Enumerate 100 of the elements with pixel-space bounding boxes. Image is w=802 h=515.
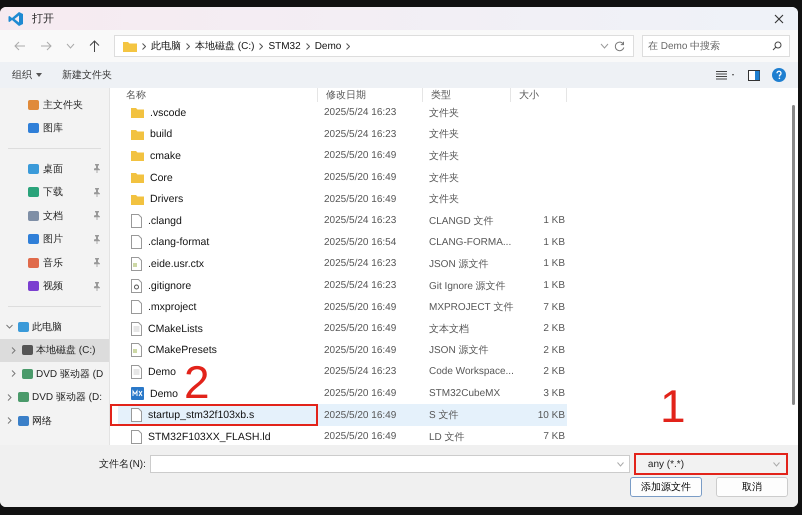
size-cell-text: 10 KB <box>536 410 566 421</box>
column-header[interactable]: 名称 <box>118 88 318 102</box>
sidebar-item[interactable]: 图片 <box>0 228 109 251</box>
column-header[interactable]: 修改日期 <box>318 88 423 102</box>
file-name[interactable]: .vscode <box>150 106 186 119</box>
sidebar-item[interactable]: 主文件夹 <box>0 93 109 116</box>
file-name[interactable]: CMakePresets <box>148 344 217 356</box>
date-cell-text: 2025/5/24 16:23 <box>323 215 398 226</box>
chevron-right-icon <box>346 42 350 50</box>
type-cell-text: Git Ignore 源文件 <box>428 280 507 293</box>
file-icon <box>131 214 142 228</box>
type-cell-text: 文件夹 <box>428 192 460 206</box>
folder-icon <box>131 150 144 162</box>
file-type-dropdown[interactable]: any (*.*) <box>634 453 788 475</box>
back-arrow-icon[interactable] <box>14 41 26 51</box>
expand-chevron-icon <box>6 394 13 401</box>
file-name[interactable]: build <box>150 128 172 140</box>
folder-icon <box>131 128 144 140</box>
tree-item[interactable]: DVD 驱动器 (D: <box>0 386 109 409</box>
breadcrumb[interactable]: 此电脑 <box>151 39 181 53</box>
filename-field[interactable] <box>150 455 630 473</box>
type-cell-text: CLANGD 文件 <box>428 214 494 228</box>
search-field[interactable]: 在 Demo 中搜索 <box>642 35 790 57</box>
date-cell-text: 2025/5/20 16:49 <box>323 302 398 313</box>
file-icon <box>131 408 142 422</box>
type-cell-text: JSON 源文件 <box>428 258 490 271</box>
search-icon <box>772 41 782 51</box>
file-name[interactable]: STM32F103XX_FLASH.ld <box>148 430 271 443</box>
size-cell-text: 1 KB <box>542 236 566 248</box>
date-cell-text: 2025/5/20 16:49 <box>323 410 398 421</box>
tree-item[interactable]: 此电脑 <box>0 315 109 338</box>
file-name[interactable]: .gitignore <box>148 280 192 292</box>
breadcrumb[interactable]: STM32 <box>268 40 301 52</box>
close-icon[interactable] <box>774 14 784 24</box>
chevron-down-icon[interactable] <box>66 43 75 49</box>
pin-icon <box>93 188 101 197</box>
file-name[interactable]: .mxproject <box>148 301 196 314</box>
type-cell-text: Code Workspace... <box>428 366 511 378</box>
app-logo-icon <box>8 10 24 26</box>
tree-item[interactable]: 本地磁盘 (C:) <box>0 338 109 362</box>
up-arrow-icon[interactable] <box>89 40 100 52</box>
help-icon[interactable] <box>772 68 786 82</box>
date-cell-text: 2025/5/20 16:54 <box>323 236 398 248</box>
file-name[interactable]: Demo <box>150 388 178 400</box>
file-name[interactable]: startup_stm32f103xb.s <box>148 409 254 422</box>
date-cell-text: 2025/5/20 16:49 <box>323 150 398 162</box>
forward-arrow-icon[interactable] <box>40 41 52 51</box>
file-name[interactable]: cmake <box>150 150 181 162</box>
new-folder-button[interactable]: 新建文件夹 <box>58 66 116 84</box>
chevron-down-icon <box>773 462 780 466</box>
type-cell-text: 文件夹 <box>428 172 460 185</box>
tree-item[interactable]: 网络 <box>0 409 109 432</box>
pin-icon <box>93 211 101 220</box>
sidebar-item[interactable]: 文档 <box>0 204 109 228</box>
sidebar-item[interactable]: 图库 <box>0 116 109 140</box>
file-name[interactable]: .clang-format <box>148 236 210 248</box>
expand-chevron-icon <box>10 346 17 354</box>
file-name[interactable]: Demo <box>148 366 176 378</box>
type-cell-text: CLANG-FORMA... <box>428 236 511 248</box>
file-name[interactable]: .clangd <box>148 214 182 227</box>
sidebar-item[interactable]: 视频 <box>0 274 109 298</box>
address-bar[interactable]: 此电脑 本地磁盘 (C:) STM32 Demo <box>114 35 634 57</box>
organize-menu-button[interactable]: 组织 <box>8 66 46 84</box>
folder-icon <box>123 40 137 52</box>
date-cell-text: 2025/5/24 16:23 <box>323 258 398 270</box>
tree-item[interactable]: DVD 驱动器 (D <box>0 362 109 386</box>
column-header[interactable]: 类型 <box>423 88 511 102</box>
scrollbar[interactable] <box>792 105 795 405</box>
file-name[interactable]: Core <box>150 172 173 184</box>
breadcrumb[interactable]: 本地磁盘 (C:) <box>195 39 254 53</box>
folder-icon <box>131 107 144 118</box>
size-cell-text: 2 KB <box>542 323 566 334</box>
expand-chevron-icon <box>6 417 13 424</box>
column-header[interactable]: 大小 <box>511 88 567 102</box>
type-cell-text: MXPROJECT 文件 <box>428 300 511 314</box>
sidebar-item[interactable]: 音乐 <box>0 251 109 274</box>
breadcrumb[interactable]: Demo <box>314 40 342 52</box>
chevron-down-icon[interactable] <box>616 462 624 467</box>
cancel-button[interactable]: 取消 <box>716 477 788 497</box>
filename-label: 文件名(N): <box>98 458 147 471</box>
folder-icon <box>131 194 144 205</box>
preview-pane-icon[interactable] <box>748 70 760 80</box>
sidebar-item[interactable]: 下载 <box>0 180 109 204</box>
caret-down-icon <box>36 73 42 77</box>
date-cell-text: 2025/5/20 16:49 <box>323 172 398 184</box>
file-name[interactable]: .eide.usr.ctx <box>148 258 204 270</box>
view-menu-icon[interactable] <box>716 70 736 80</box>
date-cell-text: 2025/5/24 16:23 <box>323 107 398 118</box>
add-source-file-button[interactable]: 添加源文件 <box>630 477 702 497</box>
size-cell-text: 1 KB <box>542 280 566 292</box>
file-name[interactable]: Drivers <box>150 193 184 206</box>
file-name[interactable]: CMakeLists <box>148 322 203 335</box>
chevron-right-icon <box>306 42 310 50</box>
refresh-icon[interactable] <box>614 40 625 52</box>
date-cell-text: 2025/5/20 16:49 <box>323 388 398 400</box>
sidebar-item[interactable]: 桌面 <box>0 157 109 180</box>
file-icon <box>131 322 142 336</box>
chevron-right-icon <box>142 42 146 50</box>
chevron-right-icon <box>259 42 264 50</box>
chevron-down-icon[interactable] <box>600 43 609 49</box>
